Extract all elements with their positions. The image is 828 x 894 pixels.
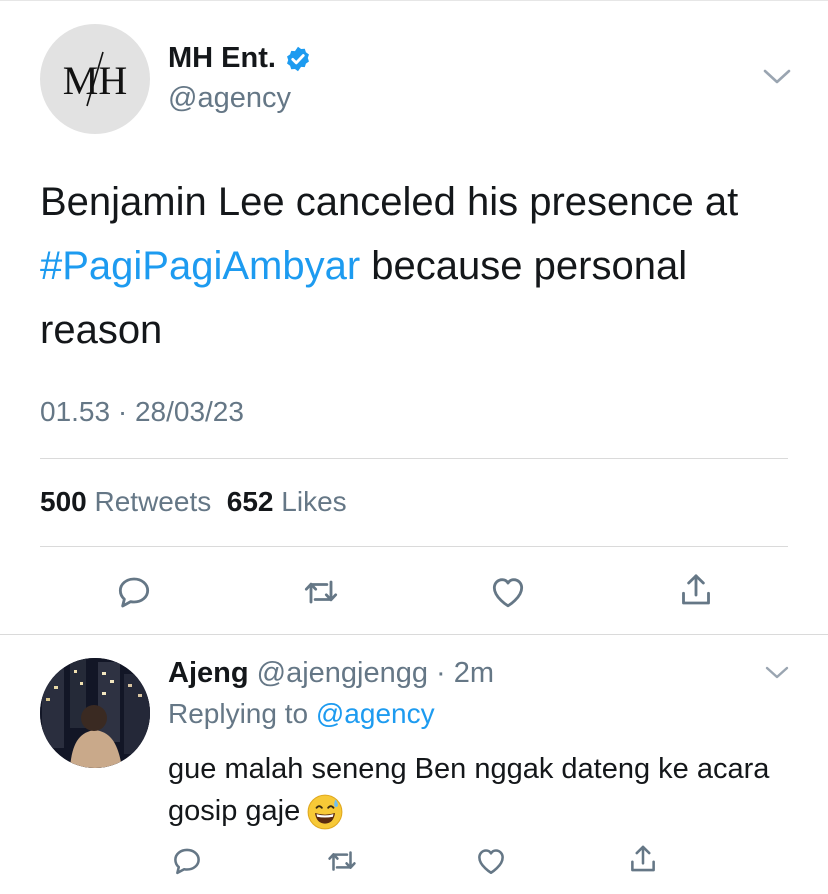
reply-icon[interactable] [114,572,154,612]
reply-author-avatar[interactable] [40,658,150,768]
like-label[interactable]: Likes [281,486,346,517]
reply-author-handle[interactable]: @ajengjengg [257,657,428,689]
hashtag-link[interactable]: #PagiPagiAmbyar [40,244,360,288]
verified-badge-icon [286,46,309,71]
divider [0,634,828,635]
like-icon[interactable] [488,572,528,612]
retweet-icon[interactable] [324,844,360,878]
tweet-timestamp[interactable]: 01.53 · 28/03/23 [40,396,244,428]
tweet-stats: 500 Retweets 652 Likes [40,486,347,518]
reply-text: gue malah seneng Ben nggak dateng ke aca… [168,748,788,832]
retweet-count[interactable]: 500 [40,486,87,517]
mh-logo-icon: MH [63,51,127,107]
reply-text-body: gue malah seneng Ben nggak dateng ke aca… [168,753,770,827]
grinning-face-with-sweat-icon [307,794,343,830]
share-icon[interactable] [626,842,660,876]
divider [40,458,788,459]
like-icon[interactable] [474,844,508,878]
top-border [0,0,828,1]
replying-to: Replying to @agency [168,698,435,730]
replying-label: Replying to [168,698,309,729]
retweet-icon[interactable] [300,572,342,612]
author-avatar[interactable]: MH [40,24,150,134]
author-handle[interactable]: @agency [168,82,291,115]
chevron-down-icon[interactable] [762,66,792,88]
author-name-row[interactable]: MH Ent. [168,42,312,75]
reply-header: Ajeng @ajengjengg · 2m [168,657,494,690]
share-icon[interactable] [676,570,716,610]
divider [40,546,788,547]
author-name[interactable]: MH Ent. [168,42,276,75]
chevron-down-icon[interactable] [764,664,790,682]
like-count[interactable]: 652 [227,486,274,517]
night-city-photo [40,658,150,768]
retweet-label[interactable]: Retweets [95,486,212,517]
reply-icon[interactable] [170,844,204,878]
reply-author-name[interactable]: Ajeng [168,657,249,689]
replying-mention-link[interactable]: @agency [316,698,435,729]
tweet-text-start: Benjamin Lee canceled his presence at [40,180,739,224]
tweet-text: Benjamin Lee canceled his presence at #P… [40,170,800,362]
reply-time[interactable]: · 2m [436,657,494,689]
